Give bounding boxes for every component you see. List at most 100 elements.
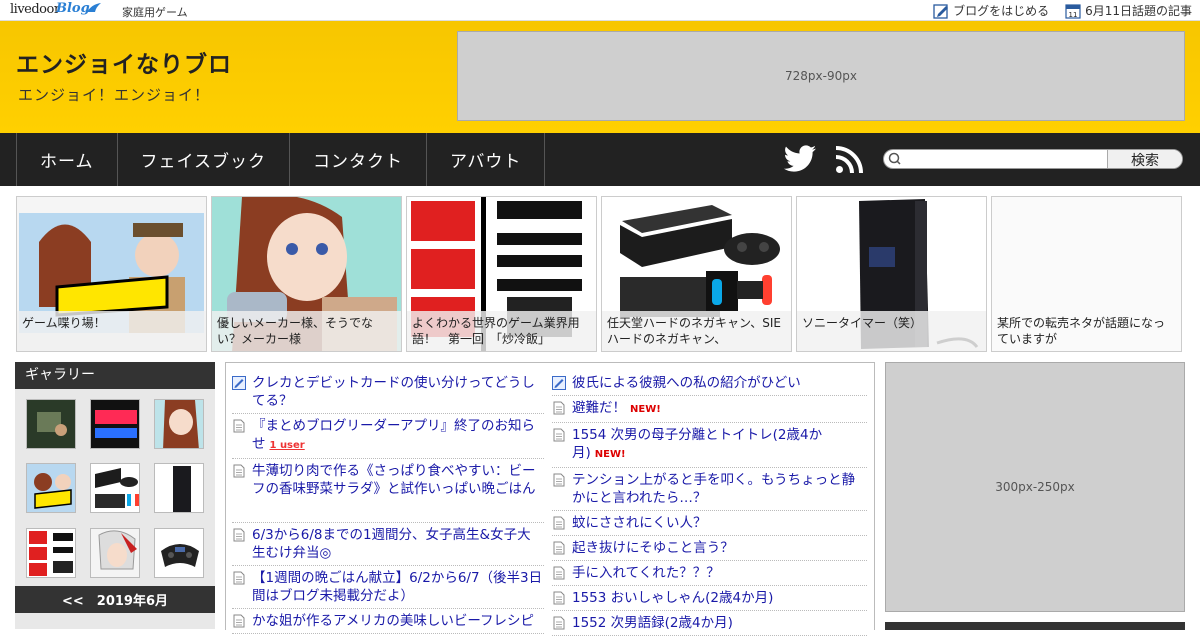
gallery-thumb[interactable] (154, 527, 204, 578)
list-item[interactable]: クレカとデビットカードの使い分けってどうしてる？ (232, 371, 544, 414)
featured-card[interactable]: ゲーム喋り場！ (16, 196, 207, 352)
doc-icon (553, 541, 565, 555)
list-item[interactable]: テンション上がると手を叩く。もうちょっと静かにと言われたら…？ (552, 468, 867, 511)
list-item[interactable]: 牛薄切り肉で作る《さっぱり食べやすい：ビーフの香味野菜サラダ》と試作いっぱい晩ご… (232, 459, 544, 523)
list-item[interactable]: かな姐が作るアメリカの美味しいビーフレシピ (232, 609, 544, 634)
gallery-thumb[interactable] (154, 399, 204, 449)
entry-title: 起き抜けにそゆこと言う？ (572, 540, 734, 556)
gallery-thumb[interactable] (90, 399, 140, 449)
topics-label: 6月11日話題の記事 (1085, 4, 1192, 18)
search-input[interactable] (906, 150, 1107, 168)
featured-caption: ゲーム喋り場！ (17, 311, 206, 351)
new-badge: NEW! (594, 449, 626, 460)
gallery-grid (15, 389, 215, 586)
list-item[interactable]: 彼氏による彼親への私の紹介がひどい (552, 371, 867, 396)
list-item[interactable]: 1553 おいしゃしゃん(2歳4か月) (552, 586, 867, 611)
top-ad-banner[interactable]: 728px-90px (457, 31, 1185, 121)
gallery-thumb[interactable] (26, 463, 76, 514)
list-item[interactable]: 『まとめブログリーダーアプリ』終了のお知らせ 1 user (232, 414, 544, 459)
start-blog-label: ブログをはじめる (953, 4, 1050, 18)
ad-label: 728px-90px (785, 69, 857, 83)
edit-blog-icon (933, 3, 949, 19)
list-item[interactable]: 手に入れてくれた？？？ (552, 561, 867, 586)
nav-home[interactable]: ホーム (17, 133, 118, 186)
featured-card[interactable]: 任天堂ハードのネガキャン、SIEハードのネガキャン、 (601, 196, 792, 352)
featured-card[interactable]: 某所での転売ネタが話題になっていますが (991, 196, 1182, 352)
gallery-thumb[interactable] (90, 527, 140, 578)
doc-icon (233, 419, 245, 433)
livedoor-blog-logo[interactable]: Blog (56, 1, 90, 16)
featured-card[interactable]: よくわかる世界のゲーム業界用語！ 第一回 「炒冷飯」 (406, 196, 597, 352)
user-count-badge[interactable]: 1 user (270, 440, 305, 451)
edit-icon (552, 376, 566, 390)
livedoor-topbar: livedoor Blog 家庭用ゲーム ブログをはじめる 11 6月11日話題… (0, 0, 1200, 21)
featured-caption: 優しいメーカー様、そうでない？メーカー様 (212, 311, 401, 351)
side-ad-banner[interactable]: 300px-250px (885, 362, 1185, 612)
doc-icon (233, 571, 245, 585)
featured-caption: ソニータイマー（笑） (797, 311, 986, 351)
gallery-thumb[interactable] (26, 527, 76, 578)
calendar-header[interactable]: << 2019年6月 (15, 586, 215, 613)
search-button[interactable]: 検索 (1107, 150, 1182, 168)
nav-contact[interactable]: コンタクト (290, 133, 427, 186)
entry-title: 彼氏による彼親への私の紹介がひどい (572, 375, 801, 391)
blogroll-left-column: クレカとデビットカードの使い分けってどうしてる？ 『まとめブログリーダーアプリ』… (232, 371, 544, 634)
gallery-thumb[interactable] (154, 463, 204, 514)
list-item[interactable]: 蚊にさされにくい人？ (552, 511, 867, 536)
doc-icon (233, 528, 245, 542)
list-item[interactable]: 1552 次男語録(2歳4か月) (552, 611, 867, 636)
doc-icon (553, 566, 565, 580)
topics-link[interactable]: 11 6月11日話題の記事 (1065, 2, 1192, 19)
twitter-icon[interactable] (783, 145, 817, 173)
search-icon (884, 150, 906, 168)
search-box: 検索 (883, 149, 1183, 169)
list-item[interactable]: 避難だ！ NEW! (552, 396, 867, 423)
new-badge: NEW! (630, 404, 661, 415)
doc-icon (553, 616, 565, 630)
blogroll-panel: クレカとデビットカードの使い分けってどうしてる？ 『まとめブログリーダーアプリ』… (225, 362, 875, 636)
entry-title: 蚊にさされにくい人？ (572, 515, 707, 531)
rss-icon[interactable] (835, 146, 863, 174)
doc-icon (233, 464, 245, 478)
right-widget-header (885, 622, 1185, 630)
main-nav: ホーム フェイスブック コンタクト アバウト 検索 (0, 133, 1200, 186)
gallery-thumb[interactable] (90, 463, 140, 514)
site-title[interactable]: エンジョイなりブロ (16, 45, 232, 79)
gallery-thumb[interactable] (26, 399, 76, 449)
entry-title: 牛薄切り肉で作る《さっぱり食べやすい：ビーフの香味野菜サラダ》と試作いっぱい晩ご… (252, 463, 536, 497)
entry-title: 避難だ！ (572, 400, 626, 416)
site-header: エンジョイなりブロ エンジョイ！エンジョイ！ 728px-90px (0, 21, 1200, 133)
featured-card[interactable]: 優しいメーカー様、そうでない？メーカー様 (211, 196, 402, 352)
entry-title: テンション上がると手を叩く。もうちょっと静かにと言われたら…？ (572, 472, 856, 506)
featured-card[interactable]: ソニータイマー（笑） (796, 196, 987, 352)
livedoor-logo[interactable]: livedoor (10, 2, 60, 17)
list-item[interactable]: 【1週間の晩ごはん献立】6/2から6/7（後半3日間はブログ未掲載分だよ） (232, 566, 544, 609)
calendar-day: 11 (1069, 11, 1078, 19)
list-item[interactable]: 6/3から6/8までの1週間分、女子高生&女子大生むけ弁当◎ (232, 523, 544, 566)
doc-icon (233, 614, 245, 628)
list-item[interactable]: 1554 次男の母子分離とトイトレ(2歳4か月) NEW! (552, 423, 867, 468)
doc-icon (553, 401, 565, 415)
entry-title: 1552 次男語録(2歳4か月) (572, 615, 733, 631)
nav-facebook[interactable]: フェイスブック (118, 133, 290, 186)
featured-strip: ゲーム喋り場！ 優しいメーカー様、そうでない？メーカー様 よくわかる世界のゲーム… (16, 196, 1182, 352)
gallery-title: ギャラリー (15, 362, 215, 389)
list-item[interactable]: 起き抜けにそゆこと言う？ (552, 536, 867, 561)
site-subtitle: エンジョイ！エンジョイ！ (18, 86, 211, 104)
category-link[interactable]: 家庭用ゲーム (122, 4, 188, 20)
entry-title: 6/3から6/8までの1週間分、女子高生&女子大生むけ弁当◎ (252, 527, 531, 561)
calendar-body (15, 613, 215, 629)
entry-title: クレカとデビットカードの使い分けってどうしてる？ (252, 375, 535, 409)
doc-icon (553, 473, 565, 487)
blogroll-right-column: 彼氏による彼親への私の紹介がひどい 避難だ！ NEW! 1554 次男の母子分離と… (552, 371, 867, 636)
doc-icon (553, 516, 565, 530)
entry-title: かな姐が作るアメリカの美味しいビーフレシピ (252, 613, 535, 629)
calendar-title: << 2019年6月 (61, 594, 168, 609)
nav-about[interactable]: アバウト (427, 133, 546, 186)
doc-icon (553, 591, 565, 605)
doc-icon (553, 428, 565, 442)
featured-caption: よくわかる世界のゲーム業界用語！ 第一回 「炒冷飯」 (407, 311, 596, 351)
wing-icon (87, 3, 101, 12)
left-sidebar: ギャラリー << 2019年6月 (15, 362, 215, 629)
start-blog-link[interactable]: ブログをはじめる (933, 2, 1049, 19)
